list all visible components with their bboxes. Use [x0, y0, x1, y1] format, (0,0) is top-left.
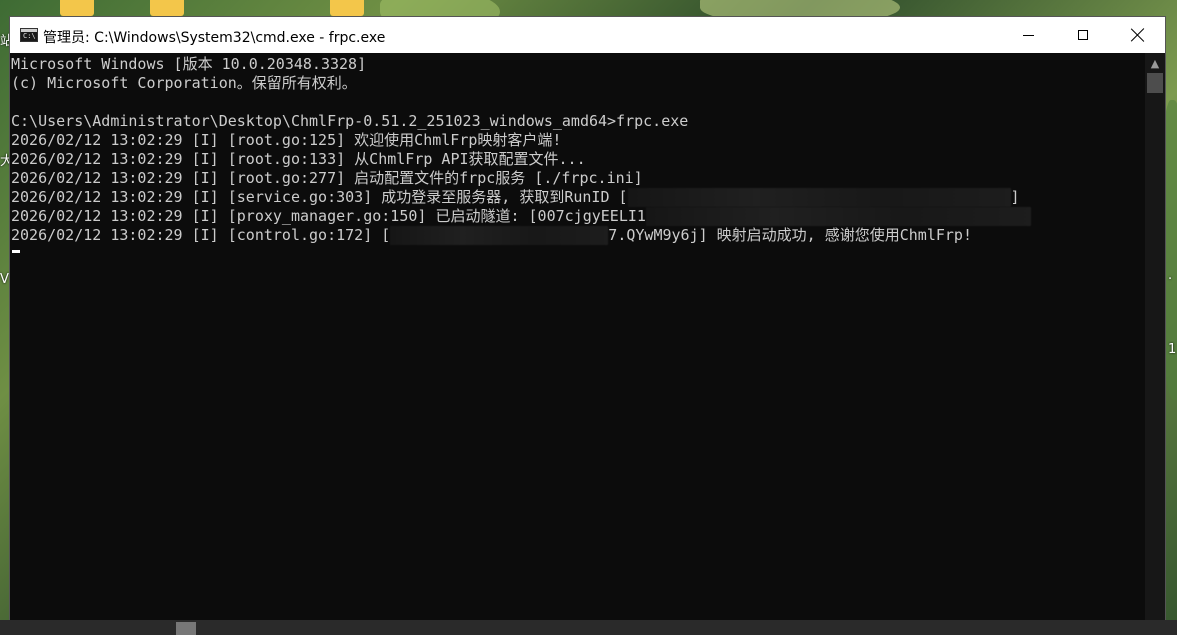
redacted-block	[645, 207, 1031, 226]
scroll-thumb[interactable]	[1147, 73, 1163, 93]
maximize-button[interactable]	[1055, 17, 1111, 53]
console-line: 2026/02/12 13:02:29 [I] [control.go:172]…	[11, 226, 972, 245]
close-icon	[1131, 28, 1145, 42]
cmd-window[interactable]: C:\ 管理员: C:\Windows\System32\cmd.exe - f…	[10, 17, 1165, 635]
title-bar[interactable]: C:\ 管理员: C:\Windows\System32\cmd.exe - f…	[10, 17, 1165, 53]
chevron-up-icon: ▲	[1150, 56, 1160, 70]
desktop-label: .	[1168, 268, 1173, 283]
minimize-icon	[1022, 34, 1034, 36]
desktop-folder-icon[interactable]	[150, 0, 184, 16]
desktop-label: V	[0, 272, 9, 287]
console-line: 2026/02/12 13:02:29 [I] [root.go:133] 从C…	[11, 150, 586, 168]
console-line: 2026/02/12 13:02:29 [I] [root.go:277] 启动…	[11, 169, 643, 187]
close-button[interactable]	[1110, 17, 1166, 53]
console-line: 2026/02/12 13:02:29 [I] [proxy_manager.g…	[10, 207, 1145, 226]
text-cursor	[12, 250, 20, 253]
minimize-button[interactable]	[1000, 17, 1056, 53]
console-line: 2026/02/12 13:02:29 [I] [service.go:303]…	[11, 188, 1020, 207]
console-line: Microsoft Windows [版本 10.0.20348.3328]	[11, 55, 367, 73]
console-output[interactable]: Microsoft Windows [版本 10.0.20348.3328] (…	[10, 53, 1145, 635]
desktop-label: 1	[1168, 342, 1177, 357]
desktop-folder-icon[interactable]	[60, 0, 94, 16]
redacted-block	[390, 226, 609, 245]
taskbar	[0, 620, 1177, 635]
redacted-block	[627, 188, 1011, 207]
taskbar-item[interactable]	[176, 622, 196, 635]
window-title: 管理员: C:\Windows\System32\cmd.exe - frpc.…	[43, 30, 386, 46]
desktop-folder-icon[interactable]	[330, 0, 364, 16]
vertical-scrollbar[interactable]: ▲ ▼	[1145, 53, 1165, 635]
cmd-app-icon[interactable]: C:\	[20, 28, 38, 42]
scroll-up-button[interactable]: ▲	[1145, 53, 1165, 73]
console-line: C:\Users\Administrator\Desktop\ChmlFrp-0…	[11, 112, 689, 130]
console-line: 2026/02/12 13:02:29 [I] [root.go:125] 欢迎…	[11, 131, 562, 149]
cmd-icon-text: C:\	[23, 32, 36, 40]
maximize-icon	[1078, 30, 1088, 40]
console-line: (c) Microsoft Corporation。保留所有权利。	[11, 74, 357, 92]
